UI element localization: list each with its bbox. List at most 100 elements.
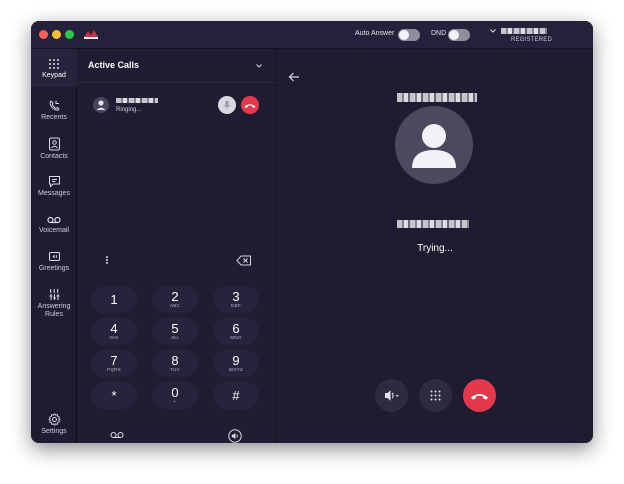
key-digit: 8 <box>171 353 179 368</box>
end-call-mini-button[interactable] <box>241 96 259 114</box>
key-3[interactable]: 3 DEF <box>213 286 259 313</box>
key-0[interactable]: 0 + <box>152 382 198 409</box>
maximize-window-button[interactable] <box>65 30 74 39</box>
account-name-redacted <box>501 28 547 34</box>
key-letters: MNO <box>230 335 242 340</box>
key-star[interactable]: * <box>91 382 137 409</box>
key-5[interactable]: 5 JKL <box>152 318 198 345</box>
answering-rules-icon <box>49 288 59 300</box>
caller-number-redacted <box>397 93 477 102</box>
sidebar-item-settings[interactable]: Settings <box>31 413 77 436</box>
person-icon <box>412 124 456 168</box>
app-logo-icon <box>84 30 98 39</box>
key-letters: + <box>173 399 177 404</box>
caller-avatar <box>93 97 109 113</box>
key-7[interactable]: 7 PQRS <box>91 350 137 377</box>
sidebar-item-label: Contacts <box>40 153 68 160</box>
key-letters: PQRS <box>107 367 121 372</box>
key-digit: 7 <box>110 353 118 368</box>
call-status: Ringing... <box>116 107 142 113</box>
speaker-icon[interactable] <box>228 429 242 443</box>
end-call-button[interactable] <box>463 379 496 412</box>
key-digit: 5 <box>171 321 179 336</box>
sidebar-item-label: Greetings <box>38 265 70 272</box>
sidebar-item-greetings[interactable]: Greetings <box>31 251 77 273</box>
key-letters: ABC <box>169 303 181 308</box>
sidebar-item-contacts[interactable]: Contacts <box>31 137 77 161</box>
hang-up-icon <box>244 104 256 108</box>
key-digit: # <box>232 388 240 403</box>
key-digit: 4 <box>110 321 118 336</box>
close-window-button[interactable] <box>39 30 48 39</box>
key-8[interactable]: 8 TUV <box>152 350 198 377</box>
call-state-text: Trying... <box>417 243 453 254</box>
sidebar-item-label: Answering Rules <box>37 303 71 318</box>
sidebar-item-label: Settings <box>41 428 67 435</box>
title-bar: Auto Answer DND REGISTERED <box>31 21 593 49</box>
sidebar-item-recents[interactable]: Recents <box>31 99 77 122</box>
more-options-icon[interactable] <box>104 255 110 265</box>
key-digit: 1 <box>110 292 118 307</box>
key-letters: JKL <box>170 335 180 340</box>
greetings-icon <box>48 252 60 261</box>
keypad-icon <box>430 390 441 401</box>
registration-status: REGISTERED <box>511 37 553 43</box>
auto-answer-label: Auto Answer <box>355 30 395 37</box>
back-arrow-icon[interactable] <box>288 72 300 82</box>
mute-button[interactable] <box>218 96 236 114</box>
minimize-window-button[interactable] <box>52 30 61 39</box>
sidebar-item-answering-rules[interactable]: Answering Rules <box>31 288 77 319</box>
sidebar-item-label: Recents <box>41 114 67 121</box>
caller-name-redacted <box>116 98 158 103</box>
dnd-label: DND <box>431 30 447 37</box>
sidebar-item-label: Messages <box>38 190 70 197</box>
active-calls-title: Active Calls <box>88 60 140 70</box>
active-call-row[interactable]: Ringing... <box>78 91 276 121</box>
key-1[interactable]: 1 <box>91 286 137 313</box>
contacts-icon <box>48 137 60 151</box>
key-letters: GHI <box>109 335 119 340</box>
voicemail-icon <box>47 216 61 224</box>
key-digit: 0 <box>171 385 179 400</box>
key-hash[interactable]: # <box>213 382 259 409</box>
auto-answer-toggle[interactable] <box>398 29 420 41</box>
caller-name-large-redacted <box>397 220 469 228</box>
microphone-icon <box>223 100 231 110</box>
keypad-icon <box>49 59 59 69</box>
hang-up-icon <box>471 394 488 400</box>
key-2[interactable]: 2 ABC <box>152 286 198 313</box>
key-digit: 6 <box>232 321 240 336</box>
key-4[interactable]: 4 GHI <box>91 318 137 345</box>
key-6[interactable]: 6 MNO <box>213 318 259 345</box>
app-window: Auto Answer DND REGISTERED Keypad Recent… <box>31 21 593 443</box>
chevron-down-icon[interactable] <box>255 62 263 70</box>
backspace-icon[interactable] <box>236 255 252 266</box>
key-digit: 2 <box>171 289 179 304</box>
active-calls-header[interactable]: Active Calls <box>78 49 276 83</box>
sidebar-item-voicemail[interactable]: Voicemail <box>31 215 77 235</box>
key-digit: 3 <box>232 289 240 304</box>
gear-icon <box>47 413 61 426</box>
sidebar-item-keypad[interactable]: Keypad <box>31 49 77 87</box>
sidebar-item-label: Voicemail <box>39 227 69 234</box>
recents-icon <box>49 100 60 111</box>
key-9[interactable]: 9 WXYZ <box>213 350 259 377</box>
key-letters: WXYZ <box>228 367 244 372</box>
dnd-toggle[interactable] <box>448 29 470 41</box>
sidebar-item-messages[interactable]: Messages <box>31 175 77 198</box>
key-letters: DEF <box>231 303 241 308</box>
messages-icon <box>48 176 60 188</box>
show-keypad-button[interactable] <box>419 379 452 412</box>
active-calls-panel: Active Calls Ringing... 1 2 ABC 3 DEF 4 … <box>78 49 276 443</box>
key-digit: 9 <box>232 353 240 368</box>
account-chevron-down-icon[interactable] <box>489 27 497 35</box>
speaker-toggle-button[interactable] <box>375 379 408 412</box>
sidebar-nav: Keypad Recents Contacts Messages Voicema… <box>31 49 77 443</box>
voicemail-button-icon[interactable] <box>110 431 124 439</box>
sidebar-item-label: Keypad <box>42 72 66 79</box>
speaker-icon <box>385 390 399 401</box>
call-detail-panel: Trying... <box>277 49 593 443</box>
key-letters: TUV <box>170 367 180 372</box>
caller-avatar-large <box>395 106 473 184</box>
person-icon <box>96 100 106 110</box>
